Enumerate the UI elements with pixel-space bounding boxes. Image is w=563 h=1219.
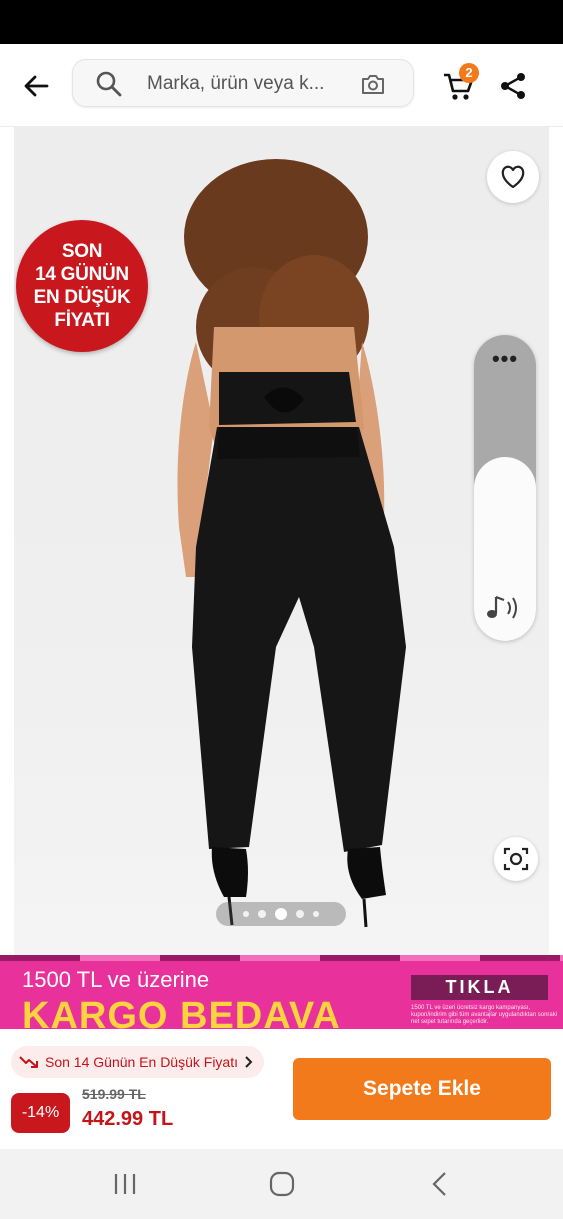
gallery-pagination (216, 902, 346, 926)
product-gallery[interactable]: SON 14 GÜNÜN EN DÜŞÜK FİYATI ••• (0, 127, 563, 955)
badge-line: EN DÜŞÜK (33, 287, 131, 308)
lowest-price-link[interactable]: Son 14 Günün En Düşük Fiyatı (11, 1046, 264, 1078)
more-options-icon[interactable]: ••• (474, 348, 536, 370)
share-button[interactable] (496, 68, 530, 104)
search-input[interactable]: Marka, ürün veya k... (72, 59, 414, 107)
lowest-price-badge: SON 14 GÜNÜN EN DÜŞÜK FİYATI (16, 220, 148, 352)
volume-panel[interactable]: ••• (474, 335, 536, 641)
badge-line: 14 GÜNÜN (35, 264, 129, 285)
favorite-button[interactable] (487, 151, 539, 203)
cart-count-badge: 2 (459, 63, 479, 83)
back-chevron-icon (432, 1172, 446, 1196)
badge-line: SON (61, 241, 103, 262)
back-nav-button[interactable] (420, 1167, 460, 1201)
volume-icon (487, 595, 517, 619)
top-header: Marka, ürün veya k... 2 (0, 44, 563, 127)
free-shipping-banner[interactable]: 1500 TL ve üzerine KARGO BEDAVA TIKLA 15… (0, 955, 563, 1029)
search-icon (96, 71, 122, 97)
visual-search-button[interactable] (494, 837, 538, 881)
share-icon (501, 73, 525, 99)
search-placeholder: Marka, ürün veya k... (147, 73, 325, 94)
pagination-dot[interactable] (313, 911, 319, 917)
discount-badge: -14% (11, 1093, 70, 1133)
banner-cta-button[interactable]: TIKLA (411, 975, 548, 1000)
chevron-right-icon (245, 1056, 253, 1068)
heart-icon (501, 165, 525, 189)
banner-stripe (0, 955, 563, 961)
purchase-bar: Son 14 Günün En Düşük Fiyatı -14% 519.99… (0, 1029, 563, 1149)
home-button[interactable] (262, 1167, 302, 1201)
banner-line-1: 1500 TL ve üzerine (22, 967, 210, 992)
lowest-price-label: Son 14 Günün En Düşük Fiyatı (45, 1054, 238, 1070)
system-nav-bar (0, 1149, 563, 1219)
camera-search-icon[interactable] (360, 72, 386, 96)
recent-apps-button[interactable] (105, 1167, 145, 1201)
back-button[interactable] (14, 64, 58, 108)
trend-down-icon (19, 1056, 38, 1068)
current-price: 442.99 TL (82, 1108, 174, 1130)
pagination-dot[interactable] (296, 910, 304, 918)
add-to-cart-button[interactable]: Sepete Ekle (293, 1058, 551, 1120)
home-icon (269, 1171, 295, 1197)
scan-icon (503, 847, 529, 871)
pagination-dot-active[interactable] (275, 908, 287, 920)
pagination-dot[interactable] (258, 910, 266, 918)
banner-line-2: KARGO BEDAVA (22, 995, 341, 1029)
status-bar (0, 0, 563, 44)
badge-line: FİYATI (54, 310, 110, 331)
recent-apps-icon (114, 1174, 136, 1194)
banner-fine-print: 1500 TL ve üzeri ücretsiz kargo kampanya… (411, 1005, 558, 1025)
pagination-dot[interactable] (243, 911, 249, 917)
cart-button[interactable]: 2 (442, 63, 482, 106)
arrow-left-icon (24, 75, 49, 97)
old-price: 519.99 TL (82, 1086, 146, 1102)
